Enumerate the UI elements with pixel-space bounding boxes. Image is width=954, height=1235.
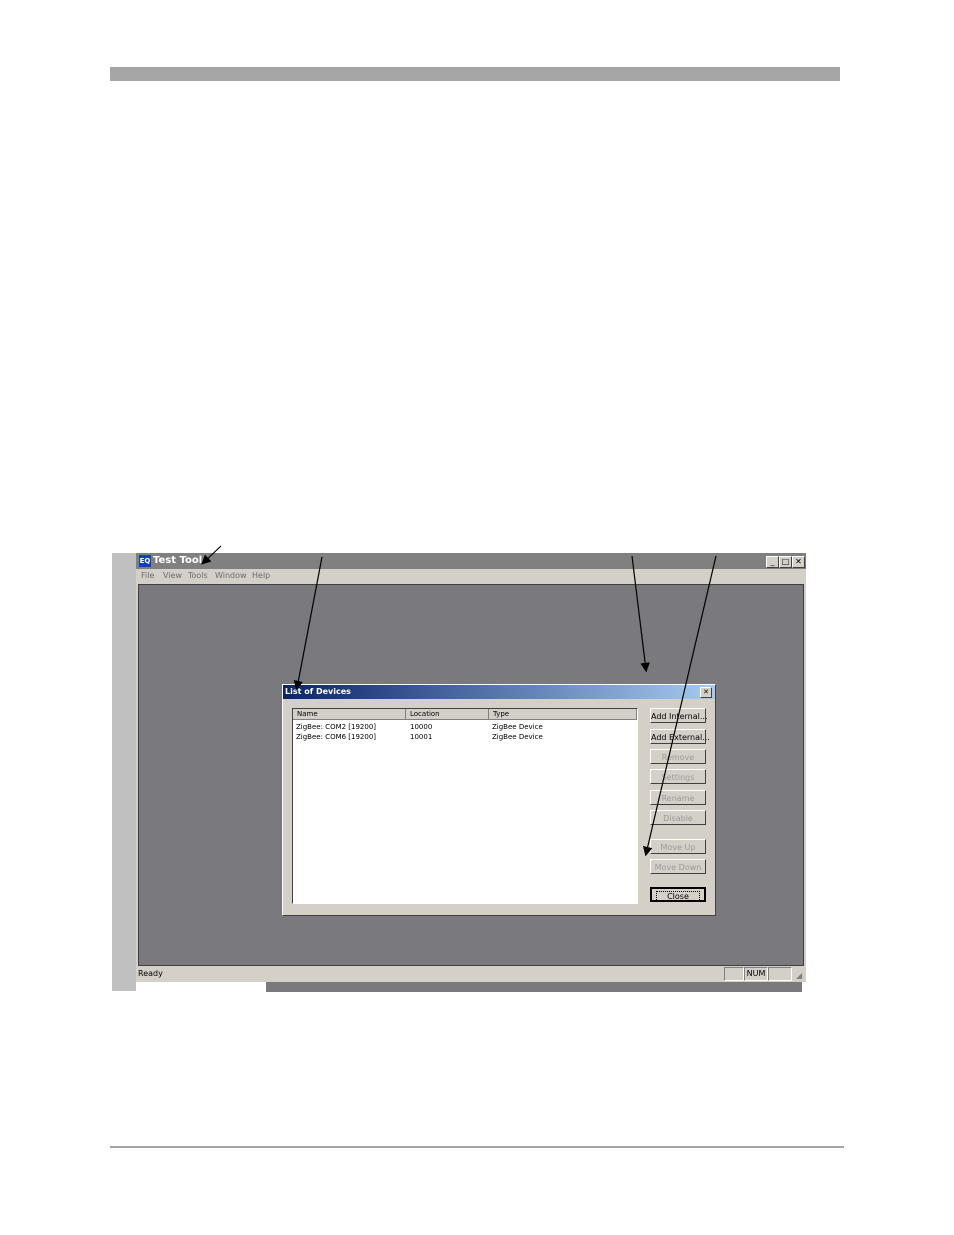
menu-window[interactable]: Window [215,571,247,580]
resize-grip-icon[interactable]: ◢ [796,972,804,980]
add-internal-button[interactable]: Add Internal... [650,708,708,723]
disable-button[interactable]: Disable [650,810,706,825]
cell-type: ZigBee Device [492,733,543,741]
app-title: Test Tool [153,555,203,566]
close-button[interactable]: ✕ [792,556,805,568]
close-dialog-label: Close [656,891,700,902]
mdi-client-area: List of Devices ✕ Name Location Type Zig… [138,584,804,966]
list-of-devices-dialog: List of Devices ✕ Name Location Type Zig… [282,684,716,916]
cell-name: ZigBee: COM6 [19200] [296,733,377,741]
status-bar: Ready NUM ◢ [136,966,806,982]
column-header-type[interactable]: Type [489,709,637,720]
app-icon[interactable]: EQ [139,555,151,567]
cell-location: 10000 [410,723,433,731]
remove-button[interactable]: Remove [650,749,706,764]
add-external-button[interactable]: Add External... [650,729,710,744]
column-header-location[interactable]: Location [406,709,489,720]
minimize-button[interactable]: _ [766,556,779,568]
table-row[interactable]: ZigBee: COM6 [19200] 10001 ZigBee Device [293,732,637,742]
status-pane-empty [768,967,792,981]
cell-name: ZigBee: COM2 [19200] [296,723,377,731]
page-header-rule [110,67,840,81]
dialog-close-icon[interactable]: ✕ [700,687,712,698]
status-pane-empty [724,967,744,981]
menu-tools[interactable]: Tools [188,571,208,580]
left-strip [112,553,136,991]
maximize-button[interactable]: □ [779,556,792,568]
cell-location: 10001 [410,733,433,741]
move-up-button[interactable]: Move Up [650,839,706,854]
column-header-name[interactable]: Name [293,709,406,720]
menu-file[interactable]: File [141,571,154,580]
dialog-title-bar[interactable]: List of Devices ✕ [283,685,715,699]
under-strip [266,982,802,992]
status-text: Ready [138,969,163,978]
app-screenshot: EQ Test Tool _ □ ✕ File View Tools Windo… [112,553,808,993]
under-strip [178,982,266,992]
move-down-button[interactable]: Move Down [650,859,706,874]
page-footer-rule [110,1146,844,1148]
dialog-title: List of Devices [285,687,351,696]
title-bar[interactable]: EQ Test Tool _ □ ✕ [136,553,806,569]
status-pane-num: NUM [744,967,768,981]
close-dialog-button[interactable]: Close [650,887,706,902]
device-list[interactable]: Name Location Type ZigBee: COM2 [19200] … [292,708,638,904]
rename-button[interactable]: Rename [650,790,706,805]
menu-bar: File View Tools Window Help [136,569,806,584]
table-row[interactable]: ZigBee: COM2 [19200] 10000 ZigBee Device [293,722,637,732]
menu-help[interactable]: Help [252,571,270,580]
app-window: EQ Test Tool _ □ ✕ File View Tools Windo… [136,553,806,982]
cell-type: ZigBee Device [492,723,543,731]
menu-view[interactable]: View [163,571,182,580]
settings-button[interactable]: Settings [650,769,706,784]
